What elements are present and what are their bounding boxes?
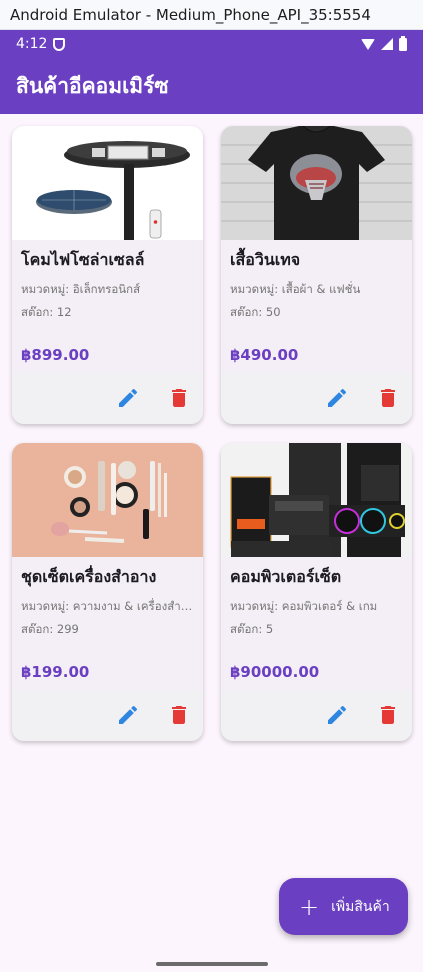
edit-button[interactable] — [325, 703, 349, 727]
product-price: ฿90000.00 — [230, 663, 320, 681]
product-card[interactable]: คอมพิวเตอร์เซ็ต หมวดหมู่: คอมพิวเตอร์ & … — [221, 443, 412, 741]
product-card[interactable]: เสื้อวินเทจ หมวดหมู่: เสื้อผ้า & แฟชั่น … — [221, 126, 412, 424]
add-product-button[interactable]: + เพิ่มสินค้า — [279, 878, 408, 935]
app-title: สินค้าอีคอมเมิร์ซ — [16, 73, 169, 98]
trash-icon — [381, 706, 395, 724]
edit-button[interactable] — [116, 386, 140, 410]
product-card[interactable]: ชุดเซ็ตเครื่องสำอาง หมวดหมู่: ความงาม & … — [12, 443, 203, 741]
product-stock: สต๊อก: 50 — [230, 305, 281, 319]
edit-button[interactable] — [325, 386, 349, 410]
window-title-text: Android Emulator - Medium_Phone_API_35:5… — [10, 5, 371, 24]
product-name: ชุดเซ็ตเครื่องสำอาง — [21, 567, 157, 586]
signal-icon — [381, 38, 393, 50]
trash-icon — [172, 389, 186, 407]
product-card[interactable]: โคมไฟโซล่าเซลล์ หมวดหมู่: อิเล็กทรอนิกส์… — [12, 126, 203, 424]
status-time: 4:12 — [16, 36, 48, 52]
product-category: หมวดหมู่: ความงาม & เครื่องสำอาง — [21, 599, 197, 613]
product-stock: สต๊อก: 299 — [21, 622, 79, 636]
product-stock: สต๊อก: 5 — [230, 622, 274, 636]
trash-icon — [381, 389, 395, 407]
navigation-handle[interactable] — [156, 962, 268, 966]
product-category: หมวดหมู่: เสื้อผ้า & แฟชั่น — [230, 282, 361, 296]
delete-button[interactable] — [376, 386, 400, 410]
card-actions — [221, 691, 412, 741]
product-image-cosmetics-set — [12, 443, 203, 557]
product-category: หมวดหมู่: คอมพิวเตอร์ & เกม — [230, 599, 378, 613]
trash-icon — [172, 706, 186, 724]
pencil-icon — [328, 705, 347, 724]
plus-icon: + — [299, 892, 320, 921]
wifi-icon — [361, 38, 375, 50]
battery-icon — [399, 35, 407, 51]
product-name: คอมพิวเตอร์เซ็ต — [230, 567, 342, 586]
product-image-computer-parts — [221, 443, 412, 557]
pencil-icon — [328, 388, 347, 407]
emulator-window-title: Android Emulator - Medium_Phone_API_35:5… — [0, 0, 423, 30]
app-bar: สินค้าอีคอมเมิร์ซ — [0, 58, 423, 114]
pencil-icon — [119, 388, 138, 407]
product-image-vintage-tshirt — [221, 126, 412, 240]
product-price: ฿899.00 — [21, 346, 90, 364]
pencil-icon — [119, 705, 138, 724]
add-product-label: เพิ่มสินค้า — [331, 898, 390, 915]
product-price: ฿199.00 — [21, 663, 90, 681]
product-name: เสื้อวินเทจ — [230, 250, 301, 269]
card-actions — [221, 374, 412, 424]
product-category: หมวดหมู่: อิเล็กทรอนิกส์ — [21, 282, 141, 296]
card-actions — [12, 691, 203, 741]
status-bar: 4:12 — [0, 30, 423, 58]
product-name: โคมไฟโซล่าเซลล์ — [21, 250, 145, 269]
product-price: ฿490.00 — [230, 346, 299, 364]
product-image-solar-lamp — [12, 126, 203, 240]
delete-button[interactable] — [167, 703, 191, 727]
edit-button[interactable] — [116, 703, 140, 727]
card-actions — [12, 374, 203, 424]
delete-button[interactable] — [376, 703, 400, 727]
product-stock: สต๊อก: 12 — [21, 305, 72, 319]
delete-button[interactable] — [167, 386, 191, 410]
shield-icon — [53, 37, 66, 51]
